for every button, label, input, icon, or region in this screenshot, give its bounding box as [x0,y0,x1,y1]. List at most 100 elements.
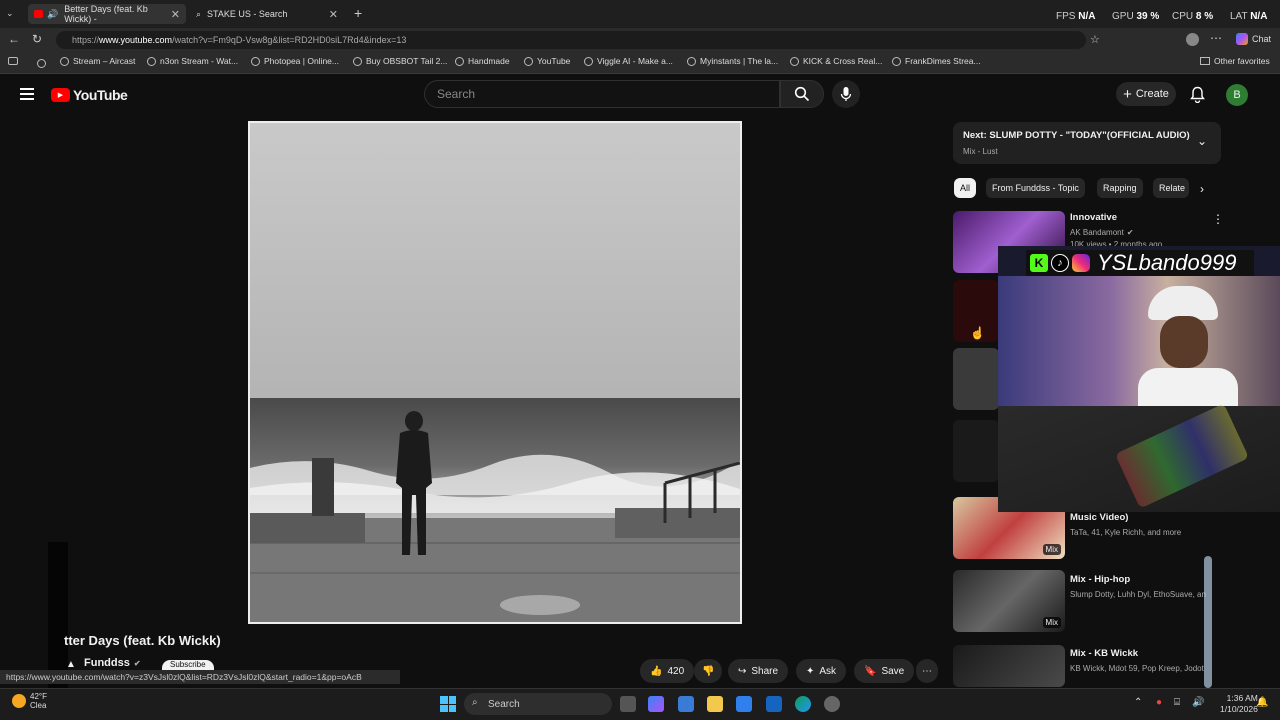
chip-rapping[interactable]: Rapping [1097,178,1143,198]
favorites-icon[interactable] [8,57,18,65]
notification-center-icon[interactable]: 🔔 [1256,697,1268,708]
weather-icon [12,694,26,708]
create-label: Create [1135,88,1169,100]
chat-label[interactable]: Chat [1252,34,1271,44]
globe-icon [251,56,260,66]
microphone-tray-icon[interactable]: ● [1156,697,1162,708]
taskbar-search[interactable]: ⌕ Search [464,693,612,715]
chevron-right-icon[interactable]: › [1200,182,1204,196]
channel-avatar-icon[interactable]: ▲ [66,659,76,670]
weather-widget[interactable]: 42°F Clea [12,692,47,710]
tray-chevron-icon[interactable]: ⌃ [1134,697,1142,708]
network-icon[interactable]: ⌸ [1174,697,1180,708]
copilot-icon[interactable] [1236,33,1248,45]
menu-icon[interactable] [20,88,34,100]
bookmark-item[interactable]: Stream – Aircast [60,56,135,66]
globe-icon [455,56,464,66]
profile-icon[interactable] [1186,33,1199,46]
rec-channel: TaTa, 41, Kyle Richh, and more [1070,528,1182,537]
other-favorites[interactable]: Other favorites [1200,56,1270,66]
clock[interactable]: 1:36 AM 1/10/2026 [1220,693,1258,715]
close-tab-icon[interactable]: ✕ [329,8,338,21]
volume-icon[interactable]: 🔊 [1192,697,1204,708]
rec-title[interactable]: Music Video) [1070,512,1128,523]
rec-title[interactable]: Mix - KB Wickk [1070,648,1138,659]
chip-from-funddss[interactable]: From Funddss - Topic [986,178,1085,198]
task-view-icon[interactable] [620,696,636,712]
photos-icon[interactable] [736,696,752,712]
bookmark-item[interactable]: n3on Stream - Wat... [147,56,238,66]
bookmark-item[interactable]: KICK & Cross Real... [790,56,882,66]
new-tab-icon[interactable]: + [354,5,362,21]
chip-related[interactable]: Relate [1153,178,1189,198]
more-menu-icon[interactable]: ⋯ [1210,31,1222,45]
favorite-star-icon[interactable]: ☆ [1090,33,1100,46]
rec-thumbnail[interactable] [953,348,999,410]
more-actions-button[interactable]: ⋯ [916,659,938,683]
ask-button[interactable]: ✦ Ask [796,659,847,683]
lat-readout: LAT N/A [1230,11,1268,22]
start-icon[interactable] [440,696,456,712]
rec-title[interactable]: Mix - Hip-hop [1070,574,1130,585]
voice-search-button[interactable] [832,80,860,108]
notifications-bell-icon[interactable] [1190,86,1205,106]
search-button[interactable] [780,80,824,108]
like-button[interactable]: 👍 420 [640,659,695,683]
close-tab-icon[interactable]: ✕ [171,8,180,21]
chevron-down-icon[interactable]: ⌄ [1197,134,1207,148]
subscribe-button[interactable]: Subscribe [162,660,214,670]
url-field[interactable]: https://www.youtube.com/watch?v=Fm9qD-Vs… [56,31,1086,49]
up-next-panel[interactable]: Next: SLUMP DOTTY - "TODAY"(OFFICIAL AUD… [953,122,1221,164]
edge-icon[interactable] [795,696,811,712]
audio-icon[interactable]: 🔊 [47,9,58,20]
chip-all[interactable]: All [954,178,977,198]
rec-thumbnail[interactable]: Mix [953,570,1065,632]
rec-thumbnail[interactable] [953,645,1065,687]
tab-better-days[interactable]: 🔊 Better Days (feat. Kb Wickk) - ✕ [28,4,186,24]
tab-title: Better Days (feat. Kb Wickk) - [64,4,148,24]
overlay-banner: K ♪ YSLbando999 [1026,250,1254,276]
plus-icon: + [1123,85,1132,103]
bookmark-item[interactable]: Handmade [455,56,510,66]
globe-icon[interactable] [37,57,46,71]
rec-more-icon[interactable]: ⋮ [1212,212,1224,226]
sparkle-icon: ✦ [806,665,815,677]
create-button[interactable]: + Create [1116,82,1176,106]
taskbar-search-label: Search [488,698,520,710]
up-next-title: Next: SLUMP DOTTY - "TODAY"(OFFICIAL AUD… [963,130,1190,141]
channel-name[interactable]: Funddss ✔ [84,657,141,669]
settings-gear-icon[interactable] [824,696,840,712]
save-button[interactable]: 🔖 Save [854,659,915,683]
rec-channel: AK Bandamont ✔ [1070,228,1134,237]
bookmark-item[interactable]: YouTube [524,56,570,66]
globe-icon [892,56,901,66]
store-icon[interactable] [678,696,694,712]
search-input[interactable]: Search [424,80,780,108]
copilot-taskbar-icon[interactable] [648,696,664,712]
account-avatar[interactable]: B [1226,84,1248,106]
share-button[interactable]: ↪ Share [728,659,789,683]
youtube-play-icon: ▶ [51,88,70,102]
refresh-icon[interactable]: ↻ [32,32,42,46]
channel-name-text: Funddss [84,657,130,669]
tab-title: STAKE US - Search [207,9,288,19]
rec-title[interactable]: Innovative [1070,212,1117,223]
up-next-sub: Mix - Lust [963,147,998,156]
bookmark-item[interactable]: Buy OBSBOT Tail 2... [353,56,447,66]
status-url: https://www.youtube.com/watch?v=z3VsJsl0… [0,670,400,684]
tab-stake-search[interactable]: ⌕ STAKE US - Search ✕ [190,4,344,24]
bookmark-item[interactable]: FrankDimes Strea... [892,56,981,66]
scrollbar[interactable] [1204,556,1212,688]
tab-list-button[interactable]: ⌄ [6,8,20,20]
back-icon[interactable]: ← [8,32,20,46]
rec-thumbnail[interactable] [953,420,999,482]
bookmark-item[interactable]: Myinstants | The la... [687,56,778,66]
dislike-button[interactable]: 👎 [694,659,723,683]
video-player[interactable] [248,121,742,624]
bookmark-item[interactable]: Photopea | Online... [251,56,339,66]
file-explorer-icon[interactable] [707,696,723,712]
mail-icon[interactable] [766,696,782,712]
search-icon [794,86,810,102]
bookmark-item[interactable]: Viggle AI - Make a... [584,56,673,66]
youtube-logo[interactable]: ▶ YouTube [51,87,128,103]
